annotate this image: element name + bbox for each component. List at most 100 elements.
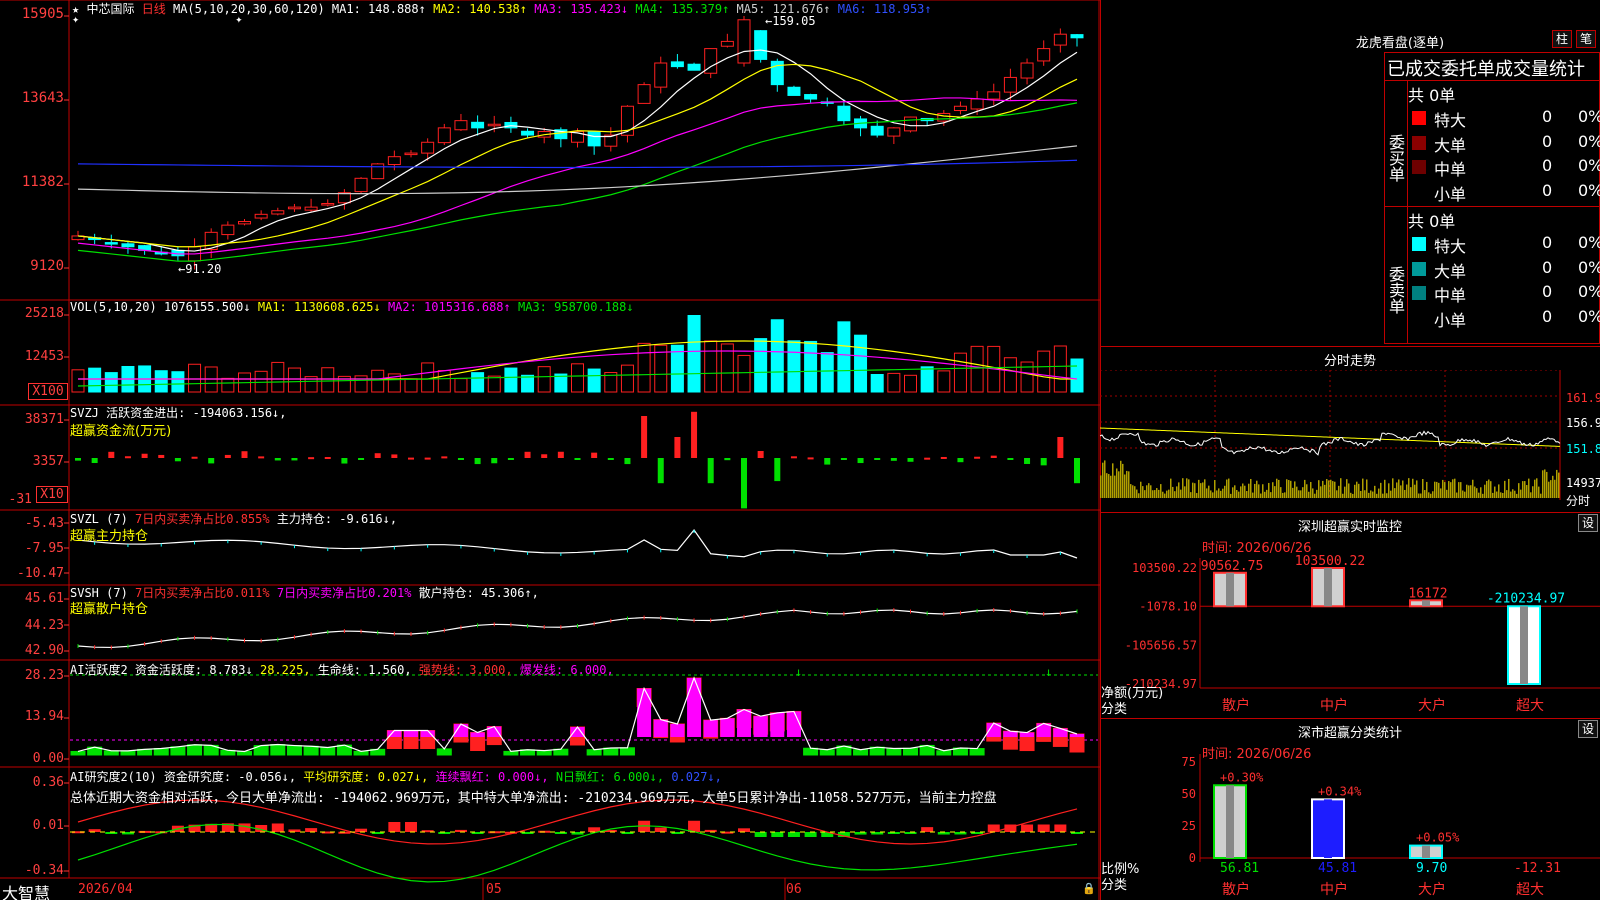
intraday-vol-bar [1514,490,1516,498]
sell-pct: 0% [1578,233,1600,252]
ai1-axis-2: 13.94 [24,709,64,724]
sz-class-chart[interactable]: 75 50 25 0 +0.30% 56.81 散户 +0.34% 45.81 中户 +0.05% 9… [1100,740,1600,900]
sell-swatch [1412,261,1426,276]
intraday-vol-bar [1110,475,1112,498]
intraday-vol-bar [1460,482,1462,498]
intraday-vol-bar [1374,485,1376,498]
vol-bar [854,334,868,393]
intraday-vol-bar [1376,493,1378,498]
class-cat-label: 大户 [1418,881,1446,898]
intraday-vol-bar [1502,492,1504,498]
intraday-vol-bar [1320,486,1322,498]
sz-class-xlabel: 分类 [1101,878,1128,893]
sz-class-settings-button[interactable]: 设 [1578,720,1598,738]
svzj-bar [757,450,764,458]
intraday-vol-bar [1534,479,1536,498]
intraday-vol-bar [1244,485,1246,498]
svzj-bar [741,458,747,509]
vol-bar [687,315,701,393]
intraday-vol-bar [1394,488,1396,498]
intraday-vol-bar [1408,478,1410,498]
vol-bar [1003,357,1017,393]
intraday-vol-bar [1222,488,1224,498]
intraday-vol-bar [1556,469,1558,498]
intraday-chart[interactable] [1100,370,1600,510]
candle-body [1020,62,1034,79]
brand-logo: 大智慧 [2,884,51,900]
vol-bar [221,377,235,393]
svzj-bar [807,457,814,460]
lock-icon[interactable]: 🔒 [1082,882,1096,895]
intraday-vol-bar [1504,480,1506,498]
ai1-top-bar [470,732,485,737]
svzj-bar [341,458,348,464]
vol-bar [820,352,834,393]
candle-body [254,213,268,219]
svzj-bar [141,453,148,458]
vol-bar [71,369,85,393]
vol-unit[interactable]: X100 [28,383,68,400]
ai1-base-bar [320,747,336,756]
intraday-vol-bar [1404,489,1406,498]
ai2-bar [921,827,934,832]
sz-monitor-chart[interactable]: 103500.22 -1078.10 -105656.57 -210234.97 905… [1100,538,1600,718]
low-value: 91.20 [185,262,222,276]
intraday-vol-bar [1200,483,1202,498]
candle-body [1053,33,1067,46]
vol-bar [637,342,651,393]
svzj-bar [557,451,564,458]
vol-bar [271,361,285,393]
intraday-vol-bar [1238,491,1240,498]
sell-value: 0 [1542,233,1553,252]
svzj-bar [924,457,931,460]
intraday-vol-bar [1146,485,1148,498]
ai2-bar [804,832,817,837]
svzj-bar [224,454,231,458]
bar-view-button[interactable]: 柱 [1552,30,1572,48]
svsh-line [77,609,1078,649]
ai1-base-bar [303,745,319,756]
intraday-vol-bar [1178,482,1180,498]
main-chart-canvas[interactable]: ↓ ↓ [0,0,1100,900]
intraday-vol-bar [1206,488,1208,498]
intraday-vol-bar [1538,486,1540,498]
svzj-bar [707,458,714,484]
ai2-title: AI研究度2(10) [70,770,157,784]
intraday-vol-bar [1324,484,1326,498]
intraday-vol-bar [1528,478,1530,498]
buy-row: 特大 0 0% [1408,106,1600,131]
tick-view-button[interactable]: 笔 [1576,30,1596,48]
monitor-bar-shade [1520,606,1528,684]
intraday-vol-bar [1414,484,1416,498]
candle-body [487,123,501,127]
intraday-vol-bar [1268,482,1270,498]
sz-monitor-top-border [1100,512,1600,513]
intraday-vol-bar [1186,478,1188,498]
intraday-vol-bar [1548,481,1550,498]
class-bottom-label: 56.81 [1220,861,1259,876]
svzj-bar [191,456,198,459]
ai1-base-bar [903,747,918,756]
intraday-vol-bar [1380,482,1382,498]
intraday-vol-bar [1328,480,1330,498]
intraday-vol-bar [1302,487,1304,498]
svzj-axis-1: 38371 [24,412,64,427]
sz-monitor-settings-button[interactable]: 设 [1578,514,1598,532]
ai1-title: AI活跃度2 [70,663,128,677]
intraday-vol-bar [1226,479,1228,498]
intraday-vol-bar [1174,491,1176,498]
intraday-vol-bar [1520,489,1522,498]
candle-body [1003,76,1017,93]
candle-body [754,30,768,60]
svzj-unit[interactable]: X10 [36,486,68,503]
ai2-bar [654,827,667,832]
candle-body [937,112,951,122]
svzj-bar [940,456,947,459]
buy-row: 小单 0 0% [1408,180,1600,205]
high-value: 159.05 [772,14,816,28]
intraday-vol-bar [1438,482,1440,498]
intraday-vol-bar [1554,479,1556,498]
svzj-bar [1074,458,1080,484]
intraday-vol-bar [1140,481,1142,498]
ai1-base-bar [886,747,902,756]
